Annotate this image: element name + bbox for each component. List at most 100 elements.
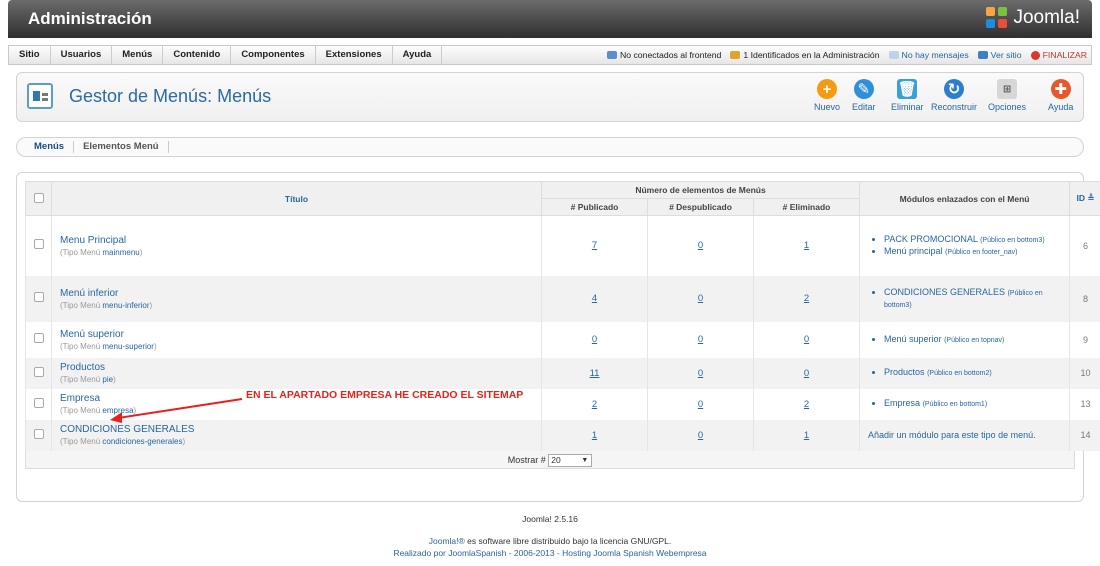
options-icon: ⊞	[997, 79, 1018, 99]
row-select-cell	[25, 388, 52, 420]
page-title: Gestor de Menús: Menús	[69, 86, 272, 106]
module-link[interactable]: Menú principal (Público en footer_nav)	[884, 246, 1067, 258]
row-checkbox[interactable]	[33, 428, 44, 439]
modules-cell: Empresa (Público en bottom1)	[859, 388, 1071, 420]
unpublished-count[interactable]: 0	[647, 357, 754, 389]
delete-button[interactable]: 🗑 Eliminar	[891, 79, 924, 112]
status-bar: No conectados al frontend 1 Identificado…	[598, 46, 1087, 64]
module-link[interactable]: Empresa (Público en bottom1)	[884, 398, 1067, 410]
tab-menu-items[interactable]: Elementos Menú	[74, 141, 169, 153]
pagination-bar: Mostrar # 20	[25, 450, 1075, 469]
items-count-header: Número de elementos de Menús	[540, 181, 861, 199]
published-count[interactable]: 7	[541, 215, 648, 276]
table-row: Menu Principal(Tipo Menú mainmenu)701PAC…	[25, 215, 1100, 276]
trashed-count[interactable]: 0	[752, 321, 861, 358]
menu-usuarios[interactable]: Usuarios	[51, 46, 113, 64]
modules-cell: Añadir un módulo para este tipo de menú.	[859, 419, 1071, 451]
view-site-link[interactable]: Ver sitio	[977, 50, 1022, 60]
joomla-brand: Joomla!	[1013, 7, 1080, 28]
row-select-cell	[25, 215, 52, 276]
trashed-count[interactable]: 2	[752, 388, 861, 420]
select-all-cell	[25, 181, 52, 216]
messages-link[interactable]: No hay mensajes	[888, 50, 969, 60]
admin-status: 1 Identificados en la Administración	[730, 50, 880, 60]
modules-header: Módulos enlazados con el Menú	[859, 181, 1071, 216]
toolbar: Gestor de Menús: Menús + Nuevo ✎ Editar 🗑 E…	[16, 72, 1084, 122]
row-select-cell	[25, 321, 52, 358]
menu-title-link[interactable]: Menu Principal	[60, 235, 541, 246]
unpublished-count[interactable]: 0	[647, 419, 754, 451]
published-count[interactable]: 2	[541, 388, 648, 420]
module-link[interactable]: Menú superior (Público en topnav)	[884, 334, 1067, 346]
title-cell: Productos (Tipo Menú pie)	[51, 357, 542, 389]
rebuild-button[interactable]: ↻ Reconstruir	[931, 79, 977, 112]
joomla-logo[interactable]: Joomla!	[986, 7, 1080, 29]
table-row: Productos(Tipo Menú pie)1100Productos (P…	[25, 357, 1100, 389]
unpublished-count[interactable]: 0	[647, 215, 754, 276]
module-list: Menú superior (Público en topnav)	[860, 330, 1069, 350]
menu-title-link[interactable]: Menú superior	[60, 329, 541, 340]
menu-ayuda[interactable]: Ayuda	[393, 46, 443, 64]
menu-componentes[interactable]: Componentes	[231, 46, 316, 64]
row-checkbox[interactable]	[33, 397, 44, 408]
annotation-arrow	[110, 398, 243, 423]
new-button[interactable]: + Nuevo	[814, 79, 840, 112]
admin-title: Administración	[28, 9, 152, 28]
unpublished-count[interactable]: 0	[647, 321, 754, 358]
published-count[interactable]: 0	[541, 321, 648, 358]
row-select-cell	[25, 275, 52, 322]
published-count[interactable]: 4	[541, 275, 648, 322]
limit-select[interactable]: 20	[548, 453, 593, 467]
edit-button[interactable]: ✎ Editar	[852, 79, 876, 112]
trashed-count[interactable]: 1	[752, 419, 861, 451]
menu-menus[interactable]: Menús	[112, 46, 164, 64]
menu-sitio[interactable]: Sitio	[9, 46, 51, 64]
trashed-count[interactable]: 0	[752, 357, 861, 389]
id-cell: 14	[1069, 419, 1100, 451]
module-link[interactable]: PACK PROMOCIONAL (Público en bottom3)	[884, 234, 1067, 246]
credits-line[interactable]: Realizado por JoomlaSpanish - 2006-2013 …	[0, 548, 1100, 558]
help-button[interactable]: ✚ Ayuda	[1048, 79, 1073, 112]
id-cell: 6	[1069, 215, 1100, 276]
published-count[interactable]: 1	[541, 419, 648, 451]
row-checkbox[interactable]	[33, 292, 44, 302]
published-count[interactable]: 11	[541, 357, 648, 389]
submenu-tabs: Menús Elementos Menú	[16, 137, 1084, 157]
refresh-icon: ↻	[944, 79, 964, 99]
menu-extensiones[interactable]: Extensiones	[316, 46, 393, 64]
menu-title-link[interactable]: Menú inferior	[60, 288, 541, 299]
id-cell: 9	[1069, 321, 1100, 358]
show-label: Mostrar #	[507, 454, 546, 465]
menus-panel: Título Número de elementos de Menús Módu…	[16, 172, 1100, 502]
logout-link[interactable]: FINALIZAR	[1030, 50, 1087, 60]
title-header[interactable]: Título	[51, 181, 542, 216]
module-list: CONDICIONES GENERALES (Público en bottom…	[860, 283, 1069, 315]
trash-icon: 🗑	[897, 79, 918, 99]
select-all-checkbox[interactable]	[33, 192, 44, 203]
modules-cell: Productos (Público en bottom2)	[859, 357, 1071, 389]
title-cell: Menú superior (Tipo Menú menu-superior)	[51, 321, 542, 358]
trashed-count[interactable]: 1	[752, 215, 861, 276]
menu-type: (Tipo Menú menu-inferior)	[60, 300, 153, 310]
unpublished-count[interactable]: 0	[647, 388, 754, 420]
monitor-icon	[977, 51, 988, 59]
row-checkbox[interactable]	[33, 239, 44, 250]
title-cell: Menú inferior (Tipo Menú menu-inferior)	[51, 275, 542, 322]
menu-title-link[interactable]: Productos	[60, 362, 541, 373]
row-checkbox[interactable]	[33, 366, 44, 377]
joomla-link[interactable]: Joomla!®	[429, 536, 465, 546]
add-module-link[interactable]: Añadir un módulo para este tipo de menú.	[860, 426, 1069, 444]
mail-icon	[888, 51, 899, 59]
plus-icon: +	[817, 79, 837, 99]
unpublished-header: # Despublicado	[647, 198, 754, 216]
module-link[interactable]: CONDICIONES GENERALES (Público en bottom…	[884, 287, 1067, 311]
options-button[interactable]: ⊞ Opciones	[988, 79, 1026, 112]
module-link[interactable]: Productos (Público en bottom2)	[884, 367, 1067, 379]
frontend-status: No conectados al frontend	[606, 50, 721, 60]
id-header[interactable]: ID ≜	[1069, 181, 1100, 216]
menu-contenido[interactable]: Contenido	[163, 46, 232, 64]
tab-menus[interactable]: Menús	[25, 141, 75, 153]
unpublished-count[interactable]: 0	[647, 275, 754, 322]
trashed-count[interactable]: 2	[752, 275, 861, 322]
row-checkbox[interactable]	[33, 333, 44, 343]
